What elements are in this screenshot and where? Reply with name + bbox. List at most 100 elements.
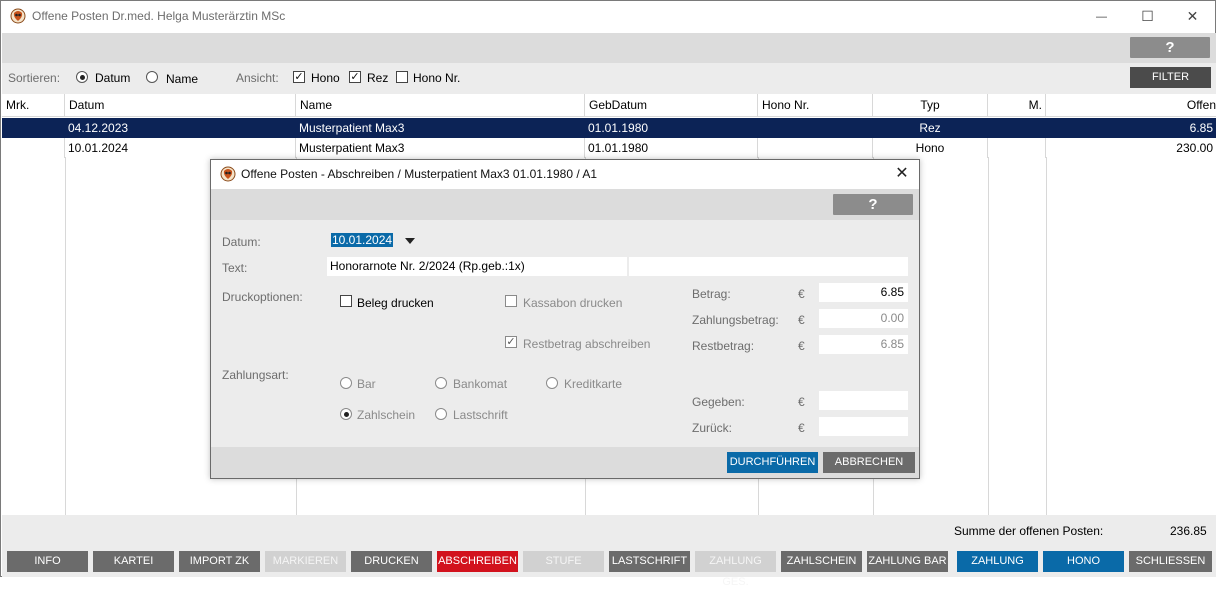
beleg-drucken-checkbox[interactable] — [340, 295, 352, 307]
minimize-icon: — — [1096, 10, 1107, 23]
footer: Summe der offenen Posten: 236.85 INFO KA… — [2, 515, 1216, 588]
restbetrag-field[interactable]: 6.85 — [819, 335, 908, 354]
euro-icon: € — [798, 339, 805, 353]
restbetrag-abschreiben-label[interactable]: Restbetrag abschreiben — [523, 337, 650, 351]
datum-label: Datum: — [222, 235, 261, 249]
zurueck-field[interactable] — [819, 417, 908, 436]
payment-bankomat-label[interactable]: Bankomat — [453, 377, 507, 391]
zahlungsbetrag-field[interactable]: 0.00 — [819, 309, 908, 328]
euro-icon: € — [798, 421, 805, 435]
sort-name-label[interactable]: Name — [166, 72, 198, 86]
gegeben-field[interactable] — [819, 391, 908, 410]
payment-kreditkarte-radio[interactable] — [546, 377, 558, 389]
cell-typ: Rez — [873, 118, 988, 138]
write-off-dialog: Offene Posten - Abschreiben / Musterpati… — [210, 159, 920, 479]
payment-bar-radio[interactable] — [340, 377, 352, 389]
view-rez-label[interactable]: Rez — [367, 71, 388, 85]
payment-zahlschein-label[interactable]: Zahlschein — [357, 408, 415, 422]
betrag-label: Betrag: — [692, 287, 731, 301]
table-row[interactable]: 10.01.2024 Musterpatient Max3 01.01.1980… — [2, 138, 1216, 158]
import-zk-button[interactable]: IMPORT ZK — [179, 551, 260, 572]
durchfuehren-button[interactable]: DURCHFÜHREN — [727, 452, 818, 473]
minimize-button[interactable]: — — [1079, 1, 1124, 32]
dialog-body: Datum: 10.01.2024 Text: Honorarnote Nr. … — [211, 220, 919, 447]
cell-mrk — [2, 138, 65, 158]
column-header-typ[interactable]: Typ — [873, 94, 988, 117]
kassabon-drucken-label[interactable]: Kassabon drucken — [523, 296, 622, 310]
column-header-datum[interactable]: Datum — [65, 94, 296, 117]
column-header-name[interactable]: Name — [296, 94, 585, 117]
stufe-button[interactable]: STUFE — [523, 551, 604, 572]
restbetrag-label: Restbetrag: — [692, 339, 755, 353]
cell-datum: 04.12.2023 — [65, 118, 296, 138]
drucken-button[interactable]: DRUCKEN — [351, 551, 432, 572]
view-rez-checkbox[interactable]: ✓ — [349, 71, 361, 83]
payment-kreditkarte-label[interactable]: Kreditkarte — [564, 377, 622, 391]
view-hono-checkbox[interactable]: ✓ — [293, 71, 305, 83]
text-field-extra[interactable] — [629, 257, 908, 276]
abbrechen-button[interactable]: ABBRECHEN — [823, 452, 915, 473]
cell-gebdatum: 01.01.1980 — [585, 118, 758, 138]
filter-button[interactable]: FILTER — [1130, 67, 1211, 88]
dialog-help-strip: ? — [211, 189, 919, 220]
hono-button[interactable]: HONO — [1043, 551, 1124, 572]
dialog-footer: DURCHFÜHREN ABBRECHEN — [211, 447, 919, 478]
maximize-button[interactable]: ☐ — [1125, 1, 1170, 32]
column-divider — [65, 157, 66, 515]
markieren-button[interactable]: MARKIEREN — [265, 551, 346, 572]
column-header-hono-nr[interactable]: Hono Nr. — [758, 94, 873, 117]
maximize-icon: ☐ — [1141, 8, 1154, 24]
payment-zahlschein-radio[interactable] — [340, 408, 352, 420]
cell-name: Musterpatient Max3 — [296, 118, 585, 138]
text-label: Text: — [222, 261, 248, 275]
window-title: Offene Posten Dr.med. Helga Musterärztin… — [32, 9, 286, 23]
abschreiben-button[interactable]: ABSCHREIBEN — [437, 551, 518, 572]
sum-label: Summe der offenen Posten: — [954, 524, 1104, 538]
sort-bar: Sortieren: Datum Name Ansicht: ✓ Hono ✓ … — [2, 63, 1216, 94]
payment-lastschrift-label[interactable]: Lastschrift — [453, 408, 508, 422]
cell-hono-nr — [758, 138, 873, 158]
euro-icon: € — [798, 395, 805, 409]
schliessen-button[interactable]: SCHLIESSEN — [1129, 551, 1212, 572]
sort-datum-label[interactable]: Datum — [95, 71, 130, 85]
zahlung-bar-button[interactable]: ZAHLUNG BAR — [867, 551, 948, 572]
beleg-drucken-label[interactable]: Beleg drucken — [357, 296, 434, 310]
payment-bar-label[interactable]: Bar — [357, 377, 376, 391]
help-button[interactable]: ? — [1130, 37, 1210, 58]
column-header-mrk[interactable]: Mrk. — [2, 94, 65, 117]
betrag-field[interactable]: 6.85 — [819, 283, 908, 302]
close-icon: ✕ — [1186, 8, 1199, 24]
cell-name: Musterpatient Max3 — [296, 138, 585, 158]
view-hono-label[interactable]: Hono — [311, 71, 340, 85]
chevron-down-icon[interactable] — [405, 238, 415, 244]
lastschrift-button[interactable]: LASTSCHRIFT — [609, 551, 690, 572]
zahlung-button[interactable]: ZAHLUNG — [957, 551, 1038, 572]
payment-bankomat-radio[interactable] — [435, 377, 447, 389]
kassabon-drucken-checkbox[interactable] — [505, 295, 517, 307]
table-row[interactable]: 04.12.2023 Musterpatient Max3 01.01.1980… — [2, 118, 1216, 138]
column-header-gebdatum[interactable]: GebDatum — [585, 94, 758, 117]
close-button[interactable]: ✕ — [1170, 1, 1215, 32]
sort-name-radio[interactable] — [146, 71, 158, 83]
kartei-button[interactable]: KARTEI — [93, 551, 174, 572]
druckoptionen-label: Druckoptionen: — [222, 290, 303, 304]
text-field[interactable]: Honorarnote Nr. 2/2024 (Rp.geb.:1x) — [327, 257, 627, 276]
column-divider — [1046, 157, 1047, 515]
restbetrag-abschreiben-checkbox[interactable]: ✓ — [505, 336, 517, 348]
info-button[interactable]: INFO — [7, 551, 88, 572]
column-header-offen[interactable]: Offen — [1046, 94, 1216, 117]
view-hono-nr-label[interactable]: Hono Nr. — [413, 71, 460, 85]
sum-value: 236.85 — [1170, 524, 1207, 538]
payment-lastschrift-radio[interactable] — [435, 408, 447, 420]
euro-icon: € — [798, 287, 805, 301]
sort-datum-radio[interactable] — [76, 71, 88, 83]
zurueck-label: Zurück: — [692, 421, 733, 435]
view-hono-nr-checkbox[interactable] — [396, 71, 408, 83]
zahlung-ges-button[interactable]: ZAHLUNG GES. — [695, 551, 776, 588]
cell-mrk — [2, 118, 65, 138]
zahlschein-button[interactable]: ZAHLSCHEIN — [781, 551, 862, 572]
cell-m — [988, 138, 1046, 158]
column-header-m[interactable]: M. — [988, 94, 1046, 117]
dialog-close-button[interactable]: ✕ — [892, 164, 912, 184]
dialog-help-button[interactable]: ? — [833, 194, 913, 215]
